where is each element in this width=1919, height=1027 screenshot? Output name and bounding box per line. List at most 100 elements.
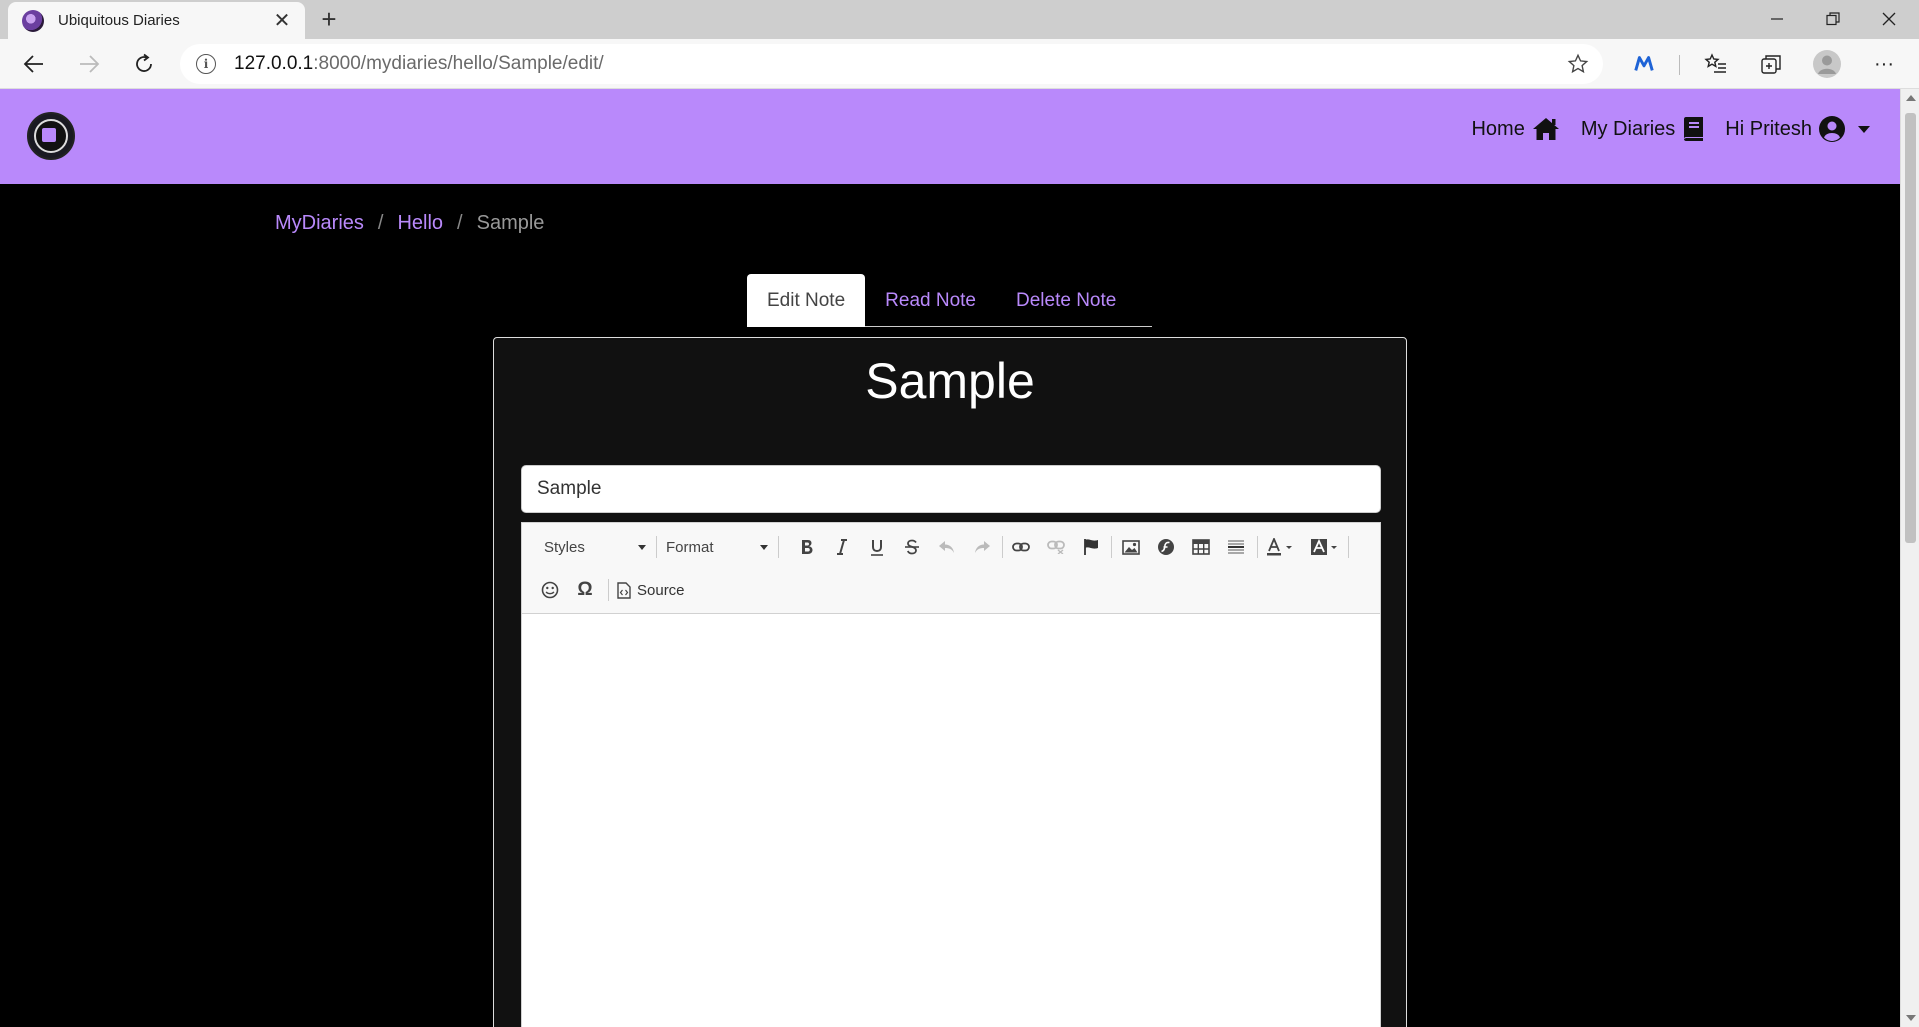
italic-icon xyxy=(837,539,847,555)
user-circle-icon xyxy=(1819,116,1845,142)
favorite-star-icon[interactable] xyxy=(1567,53,1589,80)
insert-image-button[interactable] xyxy=(1117,533,1145,561)
underline-icon xyxy=(871,539,883,556)
refresh-icon xyxy=(136,53,152,72)
site-navbar: Home My Diaries Hi Pritesh xyxy=(0,89,1900,184)
bold-icon xyxy=(802,540,813,554)
insert-link-button[interactable] xyxy=(1007,533,1035,561)
note-card: Sample Styles Format xyxy=(493,337,1407,1027)
styles-dropdown[interactable]: Styles xyxy=(536,533,654,561)
insert-flash-button[interactable] xyxy=(1152,533,1180,561)
chevron-down-icon xyxy=(638,545,646,550)
site-info-icon[interactable]: i xyxy=(196,54,216,74)
minimize-icon xyxy=(1771,18,1783,20)
note-heading: Sample xyxy=(865,353,1035,409)
tab-read-note[interactable]: Read Note xyxy=(865,274,996,327)
strikethrough-icon xyxy=(905,539,919,555)
restore-window-button[interactable] xyxy=(1805,2,1861,36)
browser-tab[interactable]: Ubiquitous Diaries ✕ xyxy=(8,2,305,39)
table-icon xyxy=(1192,539,1210,555)
tab-edit-note[interactable]: Edit Note xyxy=(747,274,866,327)
insert-table-button[interactable] xyxy=(1187,533,1215,561)
link-icon xyxy=(1012,542,1030,552)
note-title-input[interactable] xyxy=(521,465,1381,513)
back-button[interactable] xyxy=(16,46,52,82)
forward-arrow-icon xyxy=(80,55,100,73)
special-character-button[interactable]: Ω xyxy=(571,576,599,604)
unlink-button[interactable] xyxy=(1042,533,1070,561)
user-menu-dropdown[interactable]: Hi Pritesh xyxy=(1725,115,1870,143)
italic-button[interactable] xyxy=(828,533,856,561)
forward-button[interactable] xyxy=(71,46,107,82)
tab-delete-note[interactable]: Delete Note xyxy=(996,274,1136,327)
extension-icon[interactable] xyxy=(1628,48,1660,80)
anchor-button[interactable] xyxy=(1077,533,1105,561)
undo-button[interactable] xyxy=(933,533,961,561)
styles-label: Styles xyxy=(544,538,585,556)
toolbar-separator xyxy=(1002,536,1003,558)
page-viewport: Home My Diaries Hi Pritesh MyDiaries / H… xyxy=(0,89,1900,1027)
refresh-button[interactable] xyxy=(126,46,162,82)
toolbar-separator xyxy=(1257,536,1258,558)
breadcrumb-separator: / xyxy=(457,212,463,234)
redo-button[interactable] xyxy=(968,533,996,561)
scroll-up-arrow-icon[interactable] xyxy=(1906,95,1916,101)
toolbar-divider xyxy=(1679,55,1680,75)
site-favicon-icon xyxy=(22,9,44,32)
home-icon xyxy=(1532,118,1559,140)
breadcrumb-mydiaries[interactable]: MyDiaries xyxy=(275,212,364,235)
profile-avatar-icon[interactable] xyxy=(1811,48,1843,80)
scrollbar-thumb[interactable] xyxy=(1905,113,1916,543)
text-color-icon xyxy=(1267,538,1292,556)
smiley-button[interactable] xyxy=(536,576,564,604)
restore-icon xyxy=(1826,12,1840,26)
breadcrumb-current: Sample xyxy=(476,212,545,234)
more-menu-icon[interactable]: ··· xyxy=(1868,48,1900,80)
close-tab-icon[interactable]: ✕ xyxy=(271,10,293,32)
breadcrumb: MyDiaries / Hello / Sample xyxy=(275,212,544,235)
minimize-window-button[interactable] xyxy=(1749,2,1805,36)
editor-content-area[interactable] xyxy=(522,615,1380,1027)
unlink-icon xyxy=(1047,540,1065,554)
nav-my-diaries-link[interactable]: My Diaries xyxy=(1581,116,1705,142)
close-window-icon xyxy=(1882,12,1896,26)
browser-tab-bar: Ubiquitous Diaries ✕ + xyxy=(0,0,1919,39)
omega-icon: Ω xyxy=(577,579,593,600)
nav-home-label: Home xyxy=(1471,117,1525,140)
close-window-button[interactable] xyxy=(1861,2,1917,36)
address-path: :8000/mydiaries/hello/Sample/edit/ xyxy=(313,53,604,74)
editor-toolbar: Styles Format Ω Source xyxy=(522,523,1380,614)
source-label: Source xyxy=(637,581,685,599)
diary-book-icon xyxy=(42,128,56,142)
bold-button[interactable] xyxy=(793,533,821,561)
horizontal-line-button[interactable] xyxy=(1222,533,1250,561)
site-logo[interactable] xyxy=(27,112,75,160)
underline-button[interactable] xyxy=(863,533,891,561)
collections-icon[interactable] xyxy=(1755,48,1787,80)
scroll-down-arrow-icon[interactable] xyxy=(1906,1015,1916,1021)
strikethrough-button[interactable] xyxy=(898,533,926,561)
nav-home-link[interactable]: Home xyxy=(1471,116,1560,142)
text-color-button[interactable] xyxy=(1262,533,1298,561)
format-dropdown[interactable]: Format xyxy=(658,533,776,561)
source-code-icon xyxy=(617,581,631,599)
background-color-button[interactable] xyxy=(1306,533,1342,561)
image-icon xyxy=(1122,539,1140,555)
address-host: 127.0.0.1 xyxy=(234,53,314,74)
background-color-icon xyxy=(1311,538,1337,555)
breadcrumb-hello[interactable]: Hello xyxy=(397,212,443,235)
toolbar-separator xyxy=(1348,536,1349,558)
toolbar-separator xyxy=(656,536,657,558)
back-arrow-icon xyxy=(23,55,43,73)
new-tab-button[interactable]: + xyxy=(315,6,343,34)
rich-text-editor: Styles Format Ω Source xyxy=(521,522,1381,1027)
browser-toolbar: i 127.0.0.1:8000/mydiaries/hello/Sample/… xyxy=(0,39,1919,89)
chevron-down-icon xyxy=(1858,125,1870,133)
source-button[interactable]: Source xyxy=(617,576,685,604)
smiley-icon xyxy=(541,581,559,599)
toolbar-separator xyxy=(1111,536,1112,558)
address-bar[interactable]: i 127.0.0.1:8000/mydiaries/hello/Sample/… xyxy=(180,44,1603,84)
favorites-icon[interactable] xyxy=(1700,48,1732,80)
page-scrollbar[interactable] xyxy=(1900,89,1919,1027)
toolbar-separator xyxy=(778,536,779,558)
